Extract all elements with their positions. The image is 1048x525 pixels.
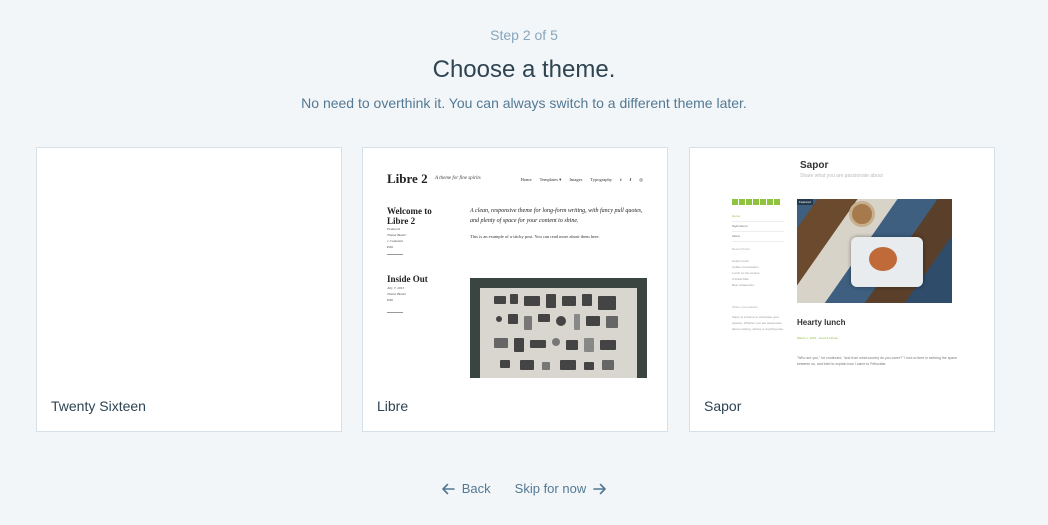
sapor-preview-tagline: Share what you are passionate about <box>800 173 883 179</box>
back-label: Back <box>461 481 491 496</box>
libre-preview-logo: Libre 2 <box>387 171 428 186</box>
libre-post-meta: Featured Theme Buster 1 Comment Edit <box>387 227 407 249</box>
skip-label: Skip for now <box>514 481 587 496</box>
sapor-share-text: Sapor is a theme to showcase your passio… <box>732 315 784 331</box>
back-button[interactable]: Back <box>441 481 491 496</box>
step-indicator: Step 2 of 5 <box>490 27 558 43</box>
sapor-preview-menu: Home Style Demo About <box>732 212 784 242</box>
sapor-post-title: Hearty lunch <box>797 318 846 327</box>
sapor-recent-list: Hearty lunch Coffee conversation Lunch o… <box>732 259 760 287</box>
theme-preview-libre: Libre 2 A theme for fine spirits Home Te… <box>363 148 667 380</box>
sapor-post-meta: March 1, 2016 · Food & Drinks <box>797 336 838 340</box>
sapor-preview-photo: Featured <box>797 199 952 303</box>
arrow-right-icon <box>593 483 607 494</box>
theme-card-twenty-sixteen[interactable]: Twenty Sixteen <box>36 147 342 432</box>
libre-preview-quote: A clean, responsive theme for long-form … <box>470 208 643 224</box>
theme-name: Twenty Sixteen <box>51 398 146 414</box>
libre-preview-body: This is an example of a sticky post. You… <box>470 234 600 239</box>
theme-card-libre[interactable]: Libre 2 A theme for fine spirits Home Te… <box>362 147 668 432</box>
sapor-preview-title: Sapor <box>800 160 829 171</box>
page-subtitle: No need to overthink it. You can always … <box>301 95 747 111</box>
arrow-left-icon <box>441 483 455 494</box>
facebook-icon: f <box>629 177 632 182</box>
libre-preview-nav: Home Templates ▾ Images Typography t f ◎ <box>521 177 643 183</box>
twitter-icon: t <box>620 177 622 182</box>
theme-name: Libre <box>377 398 409 414</box>
page-title: Choose a theme. <box>432 56 616 83</box>
pinterest-icon: ◎ <box>639 177 643 182</box>
libre-nav-item: Templates ▾ <box>539 177 562 182</box>
sapor-recent-heading: Recent Posts <box>732 247 750 251</box>
theme-name: Sapor <box>704 398 742 414</box>
sapor-social-icons <box>732 199 780 205</box>
footer-nav: Back Skip for now <box>0 481 1048 496</box>
divider <box>387 312 403 313</box>
theme-preview-twenty-sixteen <box>37 148 341 380</box>
sapor-post-body: "Who are you," he continued, "and from w… <box>797 356 958 366</box>
libre-preview-photo <box>470 278 647 378</box>
divider <box>387 254 403 255</box>
sapor-share-heading: Share your passion <box>732 305 758 309</box>
libre-post-meta: July 7, 2015 Theme Buster Edit <box>387 286 407 302</box>
theme-preview-sapor: Sapor Share what you are passionate abou… <box>690 148 994 380</box>
theme-card-sapor[interactable]: Sapor Share what you are passionate abou… <box>689 147 995 432</box>
libre-preview-tagline: A theme for fine spirits <box>435 176 481 181</box>
libre-nav-item: Home <box>520 177 532 182</box>
skip-button[interactable]: Skip for now <box>515 481 608 496</box>
libre-nav-item: Images <box>569 177 583 182</box>
libre-post-title: Welcome to Libre 2 <box>387 206 432 226</box>
libre-nav-item: Typography <box>590 177 613 182</box>
libre-post-title: Inside Out <box>387 274 428 284</box>
